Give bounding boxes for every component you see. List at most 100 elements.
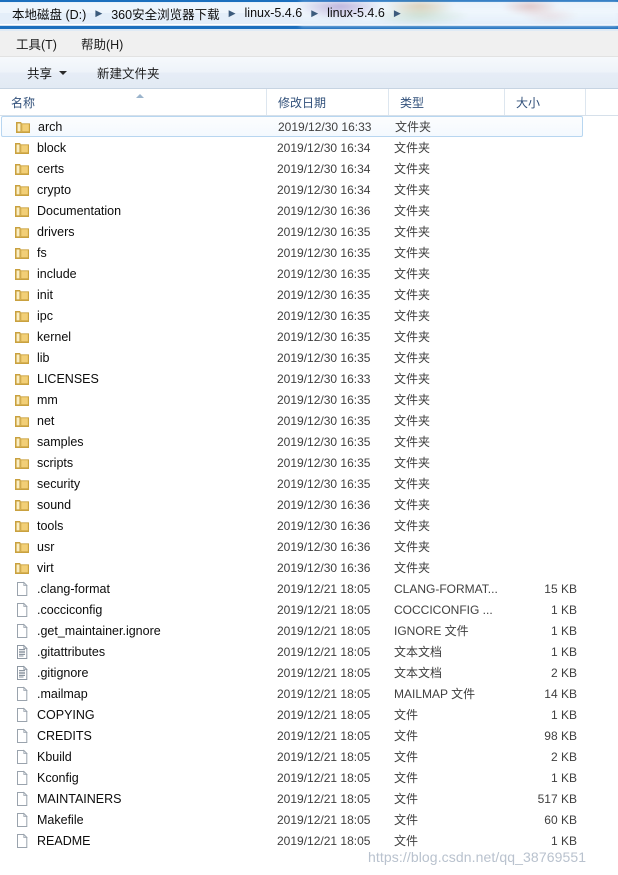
file-row-date: 2019/12/21 18:05 (277, 581, 371, 596)
file-row[interactable]: tools 2019/12/30 16:36 文件夹 (0, 515, 618, 536)
file-row-type: 文件 (394, 750, 419, 764)
file-row-type: 文件 (394, 792, 419, 806)
file-row[interactable]: init 2019/12/30 16:35 文件夹 (0, 284, 618, 305)
folder-icon (14, 350, 30, 366)
file-row-name: lib (14, 350, 50, 366)
file-row[interactable]: net 2019/12/30 16:35 文件夹 (0, 410, 618, 431)
file-list[interactable]: arch 2019/12/30 16:33 文件夹 block 2019/12/30 1… (0, 116, 618, 875)
file-row-type: 文件夹 (394, 162, 431, 176)
breadcrumb-item-1[interactable]: 360安全浏览器下载 (109, 3, 221, 24)
file-row[interactable]: usr 2019/12/30 16:36 文件夹 (0, 536, 618, 557)
file-row[interactable]: .get_maintainer.ignore 2019/12/21 18:05 IG… (0, 620, 618, 641)
file-row[interactable]: MAINTAINERS 2019/12/21 18:05 文件 517 KB (0, 788, 618, 809)
file-row[interactable]: mm 2019/12/30 16:35 文件夹 (0, 389, 618, 410)
folder-icon (14, 560, 30, 576)
file-row[interactable]: Documentation 2019/12/30 16:36 文件夹 (0, 200, 618, 221)
file-row[interactable]: README 2019/12/21 18:05 文件 1 KB (0, 830, 618, 851)
file-row-type: CLANG-FORMAT... (394, 581, 498, 596)
file-row[interactable]: kernel 2019/12/30 16:35 文件夹 (0, 326, 618, 347)
folder-icon (14, 140, 30, 156)
file-row[interactable]: .mailmap 2019/12/21 18:05 MAILMAP 文件 14 KB (0, 683, 618, 704)
file-row-name: mm (14, 392, 58, 408)
file-row-name: arch (15, 119, 62, 135)
breadcrumb-item-3[interactable]: linux-5.4.6 (325, 5, 387, 21)
file-icon (14, 728, 30, 744)
file-row-type: IGNORE 文件 (394, 624, 469, 638)
file-name-label: Makefile (37, 812, 84, 827)
file-row-date: 2019/12/30 16:35 (277, 308, 371, 323)
file-row-type: 文件夹 (394, 414, 431, 428)
file-row-type: 文件夹 (394, 498, 431, 512)
new-folder-button[interactable]: 新建文件夹 (92, 60, 165, 85)
file-row[interactable]: security 2019/12/30 16:35 文件夹 (0, 473, 618, 494)
file-row[interactable]: sound 2019/12/30 16:36 文件夹 (0, 494, 618, 515)
file-row-type: MAILMAP 文件 (394, 687, 476, 701)
file-row[interactable]: Kbuild 2019/12/21 18:05 文件 2 KB (0, 746, 618, 767)
file-row-name: tools (14, 518, 63, 534)
file-row[interactable]: Kconfig 2019/12/21 18:05 文件 1 KB (0, 767, 618, 788)
address-bar[interactable]: 本地磁盘 (D:) ▶ 360安全浏览器下载 ▶ linux-5.4.6 ▶ linux-5… (0, 0, 618, 31)
breadcrumb-separator-icon[interactable]: ▶ (387, 8, 408, 19)
file-row-date: 2019/12/30 16:35 (277, 266, 371, 281)
file-row[interactable]: certs 2019/12/30 16:34 文件夹 (0, 158, 618, 179)
file-row[interactable]: .cocciconfig 2019/12/21 18:05 COCCICONFIG … (0, 599, 618, 620)
file-name-label: init (37, 287, 53, 302)
file-row[interactable]: .clang-format 2019/12/21 18:05 CLANG-FORMA… (0, 578, 618, 599)
breadcrumb-item-2[interactable]: linux-5.4.6 (243, 5, 305, 21)
file-row[interactable]: include 2019/12/30 16:35 文件夹 (0, 263, 618, 284)
breadcrumb-separator-icon[interactable]: ▶ (88, 8, 109, 19)
file-row[interactable]: crypto 2019/12/30 16:34 文件夹 (0, 179, 618, 200)
column-header-name[interactable]: 名称 (0, 89, 266, 115)
file-row-name: .get_maintainer.ignore (14, 623, 161, 639)
file-row-type: 文件夹 (394, 351, 431, 365)
menu-item-0[interactable]: 工具(T) (12, 32, 61, 55)
file-row[interactable]: fs 2019/12/30 16:35 文件夹 (0, 242, 618, 263)
file-row-date: 2019/12/30 16:34 (277, 182, 371, 197)
file-row[interactable]: LICENSES 2019/12/30 16:33 文件夹 (0, 368, 618, 389)
column-header-size-label: 大小 (516, 95, 541, 110)
share-button[interactable]: 共享 (22, 60, 72, 85)
file-row[interactable]: drivers 2019/12/30 16:35 文件夹 (0, 221, 618, 242)
file-row[interactable]: scripts 2019/12/30 16:35 文件夹 (0, 452, 618, 473)
column-header-type-label: 类型 (400, 95, 425, 110)
column-header-size[interactable]: 大小 (504, 89, 585, 115)
file-row-date: 2019/12/30 16:35 (277, 455, 371, 470)
file-row-name: virt (14, 560, 54, 576)
file-row-name: .gitattributes (14, 644, 105, 660)
file-row[interactable]: CREDITS 2019/12/21 18:05 文件 98 KB (0, 725, 618, 746)
file-row-name: .mailmap (14, 686, 88, 702)
file-row-date: 2019/12/21 18:05 (277, 791, 371, 806)
breadcrumb-item-0[interactable]: 本地磁盘 (D:) (10, 3, 88, 24)
file-row[interactable]: samples 2019/12/30 16:35 文件夹 (0, 431, 618, 452)
file-row-size: 1 KB (550, 644, 577, 659)
file-row-size: 517 KB (537, 791, 577, 806)
file-row-name: kernel (14, 329, 71, 345)
folder-icon (14, 203, 30, 219)
folder-icon (14, 497, 30, 513)
file-row-size: 15 KB (544, 581, 577, 596)
breadcrumb-separator-icon[interactable]: ▶ (222, 8, 243, 19)
file-row[interactable]: Makefile 2019/12/21 18:05 文件 60 KB (0, 809, 618, 830)
menu-bar: 工具(T) 帮助(H) (0, 31, 618, 57)
breadcrumb-separator-icon[interactable]: ▶ (304, 8, 325, 19)
file-row-type: 文件夹 (394, 183, 431, 197)
file-row[interactable]: COPYING 2019/12/21 18:05 文件 1 KB (0, 704, 618, 725)
file-icon (14, 749, 30, 765)
file-row[interactable]: arch 2019/12/30 16:33 文件夹 (1, 116, 583, 137)
file-row-date: 2019/12/30 16:35 (277, 224, 371, 239)
file-row-date: 2019/12/30 16:35 (277, 329, 371, 344)
file-row[interactable]: .gitignore 2019/12/21 18:05 文本文档 2 KB (0, 662, 618, 683)
file-row[interactable]: virt 2019/12/30 16:36 文件夹 (0, 557, 618, 578)
breadcrumb[interactable]: 本地磁盘 (D:) ▶ 360安全浏览器下载 ▶ linux-5.4.6 ▶ linux-5… (0, 0, 408, 26)
file-row[interactable]: lib 2019/12/30 16:35 文件夹 (0, 347, 618, 368)
file-row-name: sound (14, 497, 71, 513)
file-row[interactable]: .gitattributes 2019/12/21 18:05 文本文档 1 KB (0, 641, 618, 662)
file-row[interactable]: ipc 2019/12/30 16:35 文件夹 (0, 305, 618, 326)
column-header-type[interactable]: 类型 (388, 89, 504, 115)
column-header-date[interactable]: 修改日期 (266, 89, 388, 115)
file-row[interactable]: block 2019/12/30 16:34 文件夹 (0, 137, 618, 158)
menu-item-1[interactable]: 帮助(H) (77, 32, 127, 55)
file-row-type: 文件 (394, 771, 419, 785)
file-name-label: security (37, 476, 81, 491)
column-header-extra[interactable] (585, 89, 618, 115)
